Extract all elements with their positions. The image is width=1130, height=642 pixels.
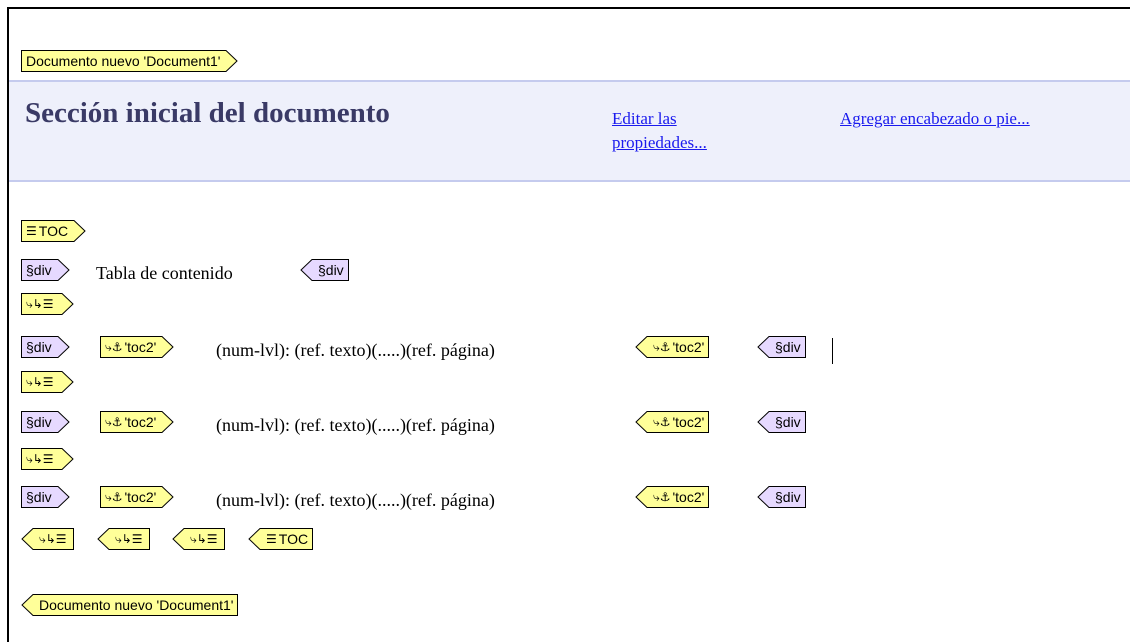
tag-arrow-icon xyxy=(635,486,649,508)
level-icon: ⤷↳☰ xyxy=(115,532,143,546)
edit-properties-link-line2: propiedades... xyxy=(612,133,707,152)
level-icon: ⤷↳☰ xyxy=(26,375,54,389)
div-end-label: §div xyxy=(314,259,349,281)
tag-arrow-icon xyxy=(21,528,35,550)
bookmark-end-label: 'toc2' xyxy=(672,414,705,430)
level-end-tag[interactable]: ⤷↳☰ xyxy=(97,528,150,550)
tag-arrow-icon xyxy=(59,448,74,470)
tag-arrow-icon xyxy=(635,411,649,433)
div-end-tag[interactable]: §div xyxy=(757,486,806,508)
div-start-label: §div xyxy=(21,486,56,508)
level-icon: ⤷↳☰ xyxy=(26,452,54,466)
toc-end-tag[interactable]: ☰ TOC xyxy=(248,528,314,550)
add-header-footer-link[interactable]: Agregar encabezado o pie... xyxy=(840,107,1030,131)
text-cursor xyxy=(832,338,833,364)
anchor-icon: ⤷⚓ xyxy=(653,340,671,354)
div-end-label: §div xyxy=(771,486,806,508)
bookmark-end-tag[interactable]: ⤷⚓'toc2' xyxy=(635,336,710,358)
level-icon: ⤷↳☰ xyxy=(190,532,218,546)
div-start-tag[interactable]: §div xyxy=(21,336,70,358)
bookmark-start-label: 'toc2' xyxy=(124,414,157,430)
bookmark-start-tag[interactable]: ⤷⚓'toc2' xyxy=(100,411,175,433)
list-icon: ☰ xyxy=(266,532,277,546)
tag-arrow-icon xyxy=(172,528,186,550)
div-end-tag[interactable]: §div xyxy=(757,336,806,358)
toc-entry-text: (num-lvl): (ref. texto)(.....)(ref. pági… xyxy=(216,490,495,510)
tag-arrow-icon xyxy=(72,220,86,242)
anchor-icon: ⤷⚓ xyxy=(653,415,671,429)
tag-arrow-icon xyxy=(757,336,771,358)
level-icon: ⤷↳☰ xyxy=(39,532,67,546)
tag-arrow-icon xyxy=(59,293,74,315)
level-end-tag[interactable]: ⤷↳☰ xyxy=(21,528,74,550)
tag-arrow-icon xyxy=(300,259,314,281)
tag-arrow-icon xyxy=(160,486,175,508)
toc-start-tag[interactable]: ☰ TOC xyxy=(21,220,86,242)
bookmark-end-label: 'toc2' xyxy=(672,339,705,355)
div-start-tag[interactable]: §div xyxy=(21,486,70,508)
toc-title-text: Tabla de contenido xyxy=(96,263,233,283)
div-start-tag[interactable]: §div xyxy=(21,259,70,281)
level-start-tag[interactable]: ⤷↳☰ xyxy=(21,293,74,315)
anchor-icon: ⤷⚓ xyxy=(653,490,671,504)
div-start-label: §div xyxy=(21,336,56,358)
div-start-tag[interactable]: §div xyxy=(21,411,70,433)
anchor-icon: ⤷⚓ xyxy=(105,340,123,354)
edit-properties-link[interactable]: Editar las propiedades... xyxy=(612,107,707,155)
toc-entry-text: (num-lvl): (ref. texto)(.....)(ref. pági… xyxy=(216,340,495,360)
toc-end-label: TOC xyxy=(278,531,309,547)
div-end-label: §div xyxy=(771,336,806,358)
tag-arrow-icon xyxy=(635,336,649,358)
tag-arrow-icon xyxy=(160,336,175,358)
tag-arrow-icon xyxy=(55,259,70,281)
document-end-tag-label: Documento nuevo 'Document1' xyxy=(35,594,239,616)
tag-arrow-icon xyxy=(55,486,70,508)
div-start-label: §div xyxy=(21,259,56,281)
tag-arrow-icon xyxy=(224,50,239,72)
edit-properties-link-line1: Editar las xyxy=(612,109,677,128)
document-start-tag[interactable]: Documento nuevo 'Document1' xyxy=(21,50,239,72)
section-header xyxy=(9,80,1130,182)
tag-arrow-icon xyxy=(55,411,70,433)
div-end-tag[interactable]: §div xyxy=(757,411,806,433)
tag-arrow-icon xyxy=(97,528,111,550)
bookmark-start-tag[interactable]: ⤷⚓'toc2' xyxy=(100,336,175,358)
div-start-label: §div xyxy=(21,411,56,433)
toc-entry-text: (num-lvl): (ref. texto)(.....)(ref. pági… xyxy=(216,415,495,435)
bookmark-start-tag[interactable]: ⤷⚓'toc2' xyxy=(100,486,175,508)
toc-start-label: TOC xyxy=(38,223,69,239)
bookmark-start-label: 'toc2' xyxy=(124,339,157,355)
bookmark-end-tag[interactable]: ⤷⚓'toc2' xyxy=(635,411,710,433)
div-end-tag[interactable]: §div xyxy=(300,259,349,281)
document-end-tag[interactable]: Documento nuevo 'Document1' xyxy=(21,594,239,616)
document-start-tag-label: Documento nuevo 'Document1' xyxy=(21,50,225,72)
tag-arrow-icon xyxy=(248,528,262,550)
bookmark-end-label: 'toc2' xyxy=(672,489,705,505)
tag-arrow-icon xyxy=(160,411,175,433)
level-start-tag[interactable]: ⤷↳☰ xyxy=(21,371,74,393)
div-end-label: §div xyxy=(771,411,806,433)
section-title: Sección inicial del documento xyxy=(25,97,390,129)
level-end-tag[interactable]: ⤷↳☰ xyxy=(172,528,225,550)
level-icon: ⤷↳☰ xyxy=(26,297,54,311)
list-icon: ☰ xyxy=(26,224,37,238)
tag-arrow-icon xyxy=(757,411,771,433)
anchor-icon: ⤷⚓ xyxy=(105,490,123,504)
tag-arrow-icon xyxy=(757,486,771,508)
bookmark-start-label: 'toc2' xyxy=(124,489,157,505)
bookmark-end-tag[interactable]: ⤷⚓'toc2' xyxy=(635,486,710,508)
tag-arrow-icon xyxy=(59,371,74,393)
tag-arrow-icon xyxy=(55,336,70,358)
anchor-icon: ⤷⚓ xyxy=(105,415,123,429)
tag-arrow-icon xyxy=(21,594,35,616)
level-start-tag[interactable]: ⤷↳☰ xyxy=(21,448,74,470)
